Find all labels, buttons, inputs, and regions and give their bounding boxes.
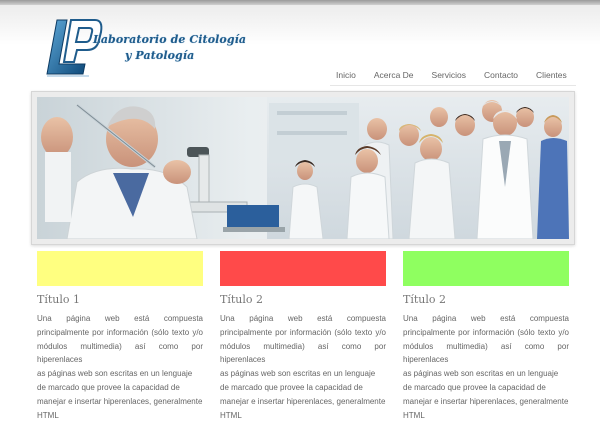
lab-scientists-illustration — [37, 97, 569, 239]
banner-image — [37, 97, 569, 239]
site-logo[interactable]: Laboratorio de Citología y Patología — [45, 16, 246, 78]
color-swatch-green — [403, 251, 569, 286]
nav-item-acerca-de[interactable]: Acerca De — [364, 66, 423, 86]
feature-column-3: Título 2 Una página web está compuesta p… — [403, 251, 569, 422]
feature-column-1: Título 1 Una página web está compuesta p… — [37, 251, 203, 422]
nav-item-clientes[interactable]: Clientes — [527, 66, 576, 86]
column-text: Una página web está compuesta principalm… — [220, 312, 386, 422]
logo-title-line1: Laboratorio de Citología — [93, 33, 247, 46]
column-text: Una página web está compuesta principalm… — [403, 312, 569, 422]
column-paragraph-1: Una página web está compuesta principalm… — [37, 314, 203, 365]
main-nav: Inicio Acerca De Servicios Contacto Clie… — [330, 66, 576, 86]
logo-title-line2: y Patología — [125, 49, 195, 62]
column-title: Título 2 — [403, 293, 446, 306]
nav-item-contacto[interactable]: Contacto — [475, 66, 528, 86]
color-swatch-red — [220, 251, 386, 286]
nav-item-inicio[interactable]: Inicio — [330, 66, 365, 86]
column-text: Una página web está compuesta principalm… — [37, 312, 203, 422]
nav-item-servicios[interactable]: Servicios — [422, 66, 476, 86]
column-title: Título 1 — [37, 293, 80, 306]
banner-frame — [31, 91, 575, 245]
column-paragraph-1: Una página web está compuesta principalm… — [403, 314, 569, 365]
lp-monogram-icon — [46, 19, 103, 77]
column-paragraph-2: as páginas web son escritas en un lengua… — [403, 369, 569, 420]
column-paragraph-1: Una página web está compuesta principalm… — [220, 314, 386, 365]
feature-column-2: Título 2 Una página web está compuesta p… — [220, 251, 386, 422]
column-title: Título 2 — [220, 293, 263, 306]
column-paragraph-2: as páginas web son escritas en un lengua… — [37, 369, 203, 420]
color-swatch-yellow — [37, 251, 203, 286]
column-paragraph-2: as páginas web son escritas en un lengua… — [220, 369, 386, 420]
